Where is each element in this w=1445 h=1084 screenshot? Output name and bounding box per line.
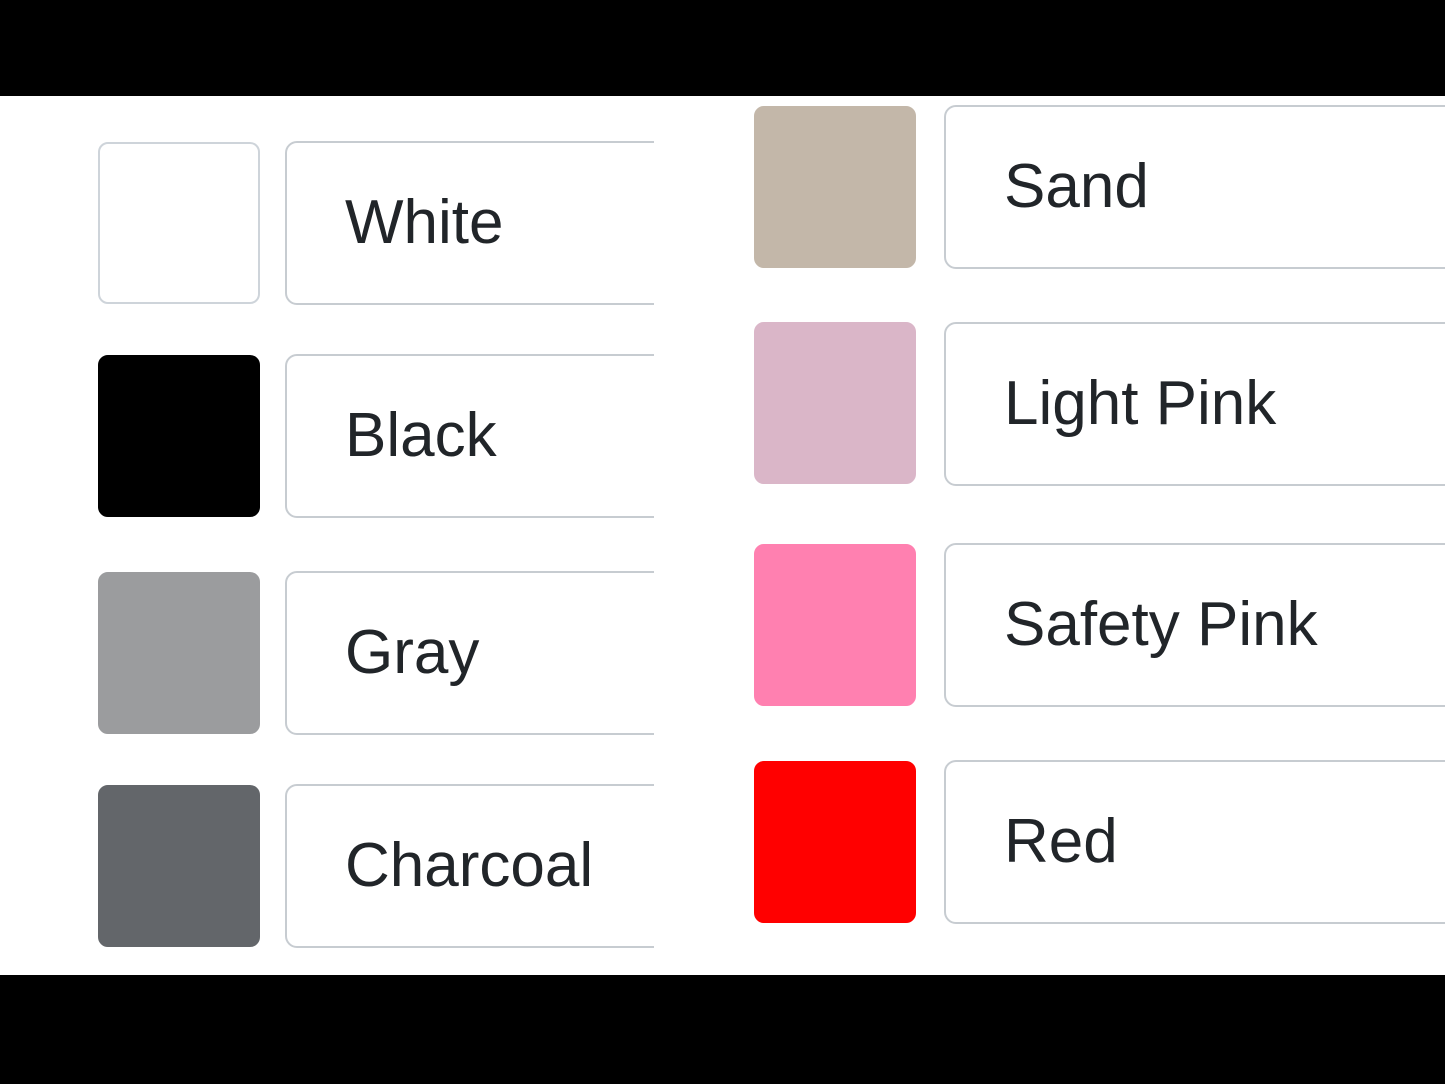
color-name-field-safety-pink[interactable]: Safety Pink	[944, 543, 1445, 707]
color-label: Red	[1004, 807, 1118, 876]
color-label: Black	[345, 401, 497, 470]
color-swatch-red[interactable]	[754, 761, 916, 923]
color-swatch-gray[interactable]	[98, 572, 260, 734]
color-label: Gray	[345, 618, 480, 687]
color-swatch-sand[interactable]	[754, 106, 916, 268]
color-label: Safety Pink	[1004, 590, 1318, 659]
color-swatch-safety-pink[interactable]	[754, 544, 916, 706]
color-name-field-light-pink[interactable]: Light Pink	[944, 322, 1445, 486]
color-list-right: Sand Light Pink Safety Pink Red	[654, 96, 1445, 975]
color-swatch-light-pink[interactable]	[754, 322, 916, 484]
color-swatch-black[interactable]	[98, 355, 260, 517]
color-list-left: White Black Gray Charcoal	[0, 96, 654, 975]
color-name-field-red[interactable]: Red	[944, 760, 1445, 924]
color-name-field-charcoal[interactable]: Charcoal	[285, 784, 654, 948]
color-label: Light Pink	[1004, 369, 1277, 438]
color-name-field-gray[interactable]: Gray	[285, 571, 654, 735]
color-label: Charcoal	[345, 831, 594, 900]
color-swatch-white[interactable]	[98, 142, 260, 304]
color-name-field-white[interactable]: White	[285, 141, 654, 305]
color-name-field-black[interactable]: Black	[285, 354, 654, 518]
color-swatch-charcoal[interactable]	[98, 785, 260, 947]
color-name-field-sand[interactable]: Sand	[944, 105, 1445, 269]
color-label: Sand	[1004, 152, 1149, 221]
color-label: White	[345, 188, 504, 257]
